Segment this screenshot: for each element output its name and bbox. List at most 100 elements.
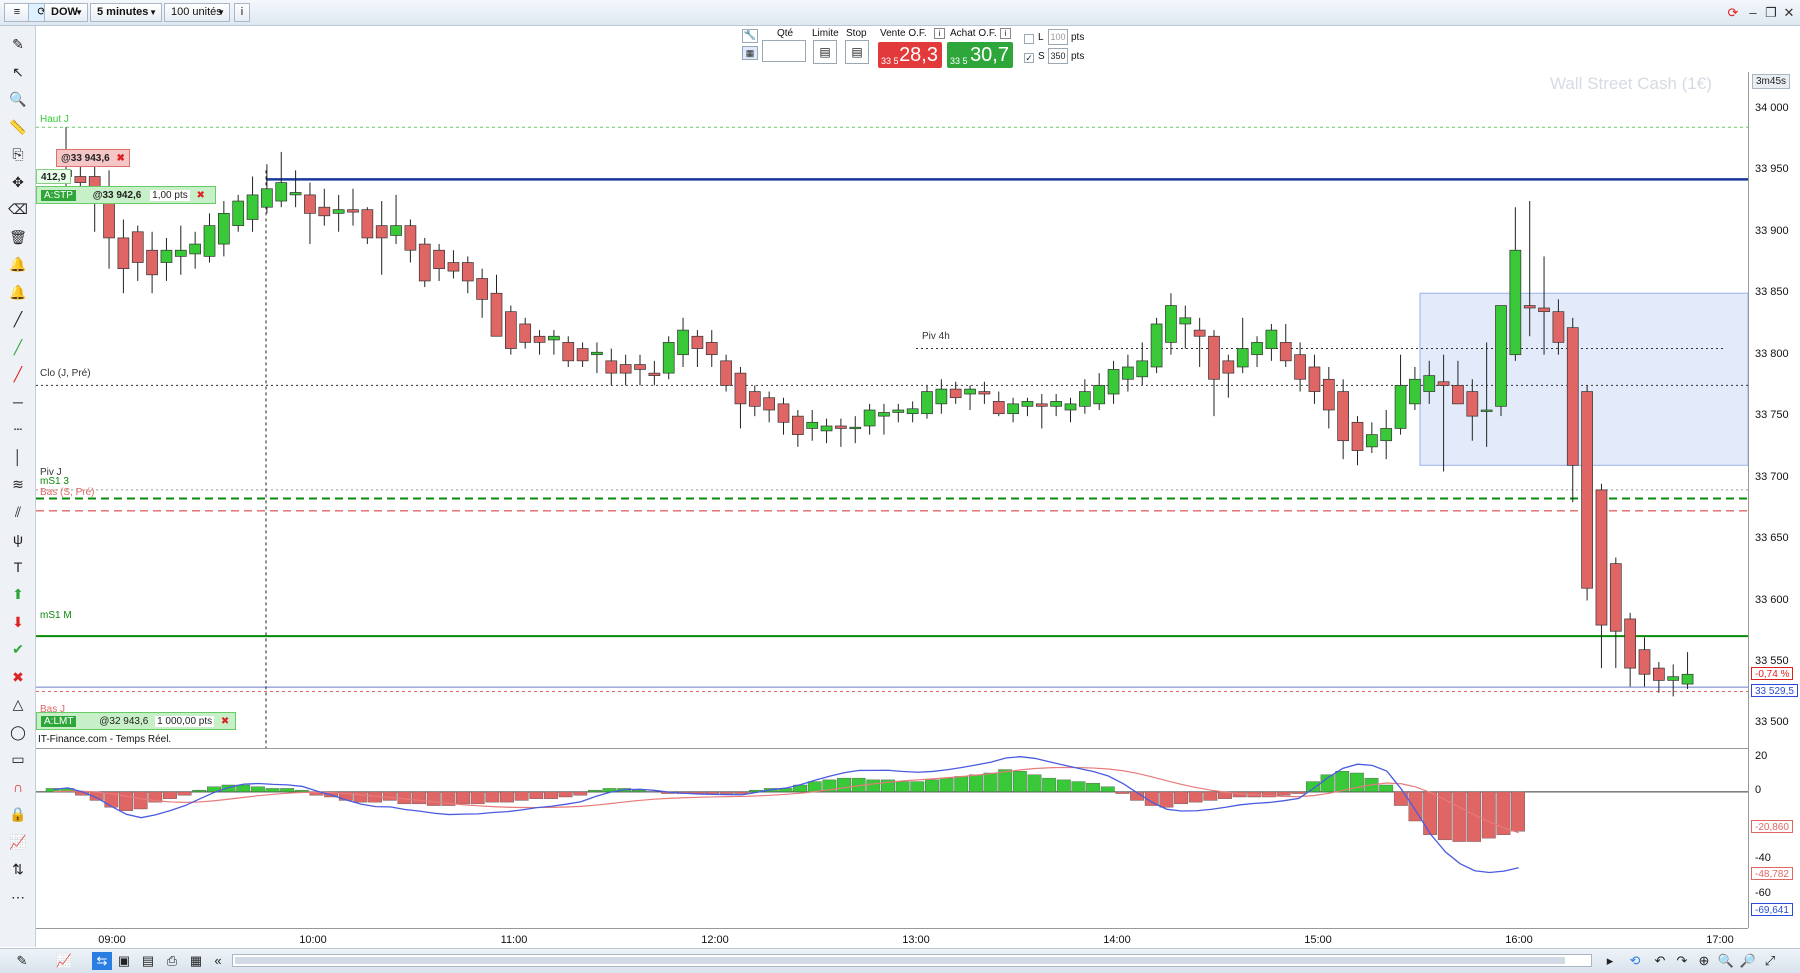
cancel-stop-icon[interactable]: ✖ bbox=[197, 190, 205, 201]
pen-icon[interactable]: ✎ bbox=[12, 952, 32, 970]
compare-icon[interactable]: ⇅ bbox=[8, 859, 28, 879]
candle-body bbox=[1294, 354, 1306, 380]
arrow-down-icon[interactable]: ⬇ bbox=[8, 612, 28, 632]
time-tick-label: 16:00 bbox=[1505, 934, 1533, 946]
fullscreen-icon[interactable]: ⤢ bbox=[1760, 952, 1780, 970]
wrench-icon[interactable]: 🔧 bbox=[742, 29, 758, 43]
camera-icon[interactable]: ▣ bbox=[114, 952, 134, 970]
minimize-icon[interactable]: – bbox=[1744, 4, 1762, 22]
candle-body bbox=[1437, 381, 1450, 386]
copy-icon[interactable]: ⎘ bbox=[8, 144, 28, 164]
price-axis[interactable]: 34 000 33 950 33 900 33 850 33 800 33 750 33 7… bbox=[1748, 72, 1800, 748]
candle-body bbox=[1523, 305, 1536, 309]
undo-icon[interactable]: ↶ bbox=[1650, 952, 1670, 970]
zoom-out-icon[interactable]: 🔍 bbox=[1716, 952, 1736, 970]
price-chart[interactable] bbox=[36, 72, 1748, 748]
reset-icon[interactable]: ⟲ bbox=[1625, 952, 1645, 970]
chart-type-icon[interactable]: 📈 bbox=[54, 952, 74, 970]
print-icon[interactable]: ⎙ bbox=[162, 952, 182, 970]
cursor-icon[interactable]: ↖ bbox=[8, 62, 28, 82]
pencil-icon[interactable]: ✎ bbox=[8, 34, 28, 54]
scroll-left-icon[interactable]: « bbox=[208, 952, 228, 970]
stop-order-tag[interactable]: A:STP @33 942,6 1,00 pts ✖ bbox=[36, 186, 216, 204]
price-chart-svg[interactable] bbox=[36, 72, 1748, 748]
time-axis[interactable]: 09:00 10:00 11:00 12:00 13:00 14:00 15:00 16:00… bbox=[36, 928, 1748, 948]
s-checkbox[interactable]: ✓ bbox=[1024, 53, 1034, 63]
arrow-up-icon[interactable]: ⬆ bbox=[8, 584, 28, 604]
menu-icon[interactable]: ≡ bbox=[4, 3, 30, 22]
info-icon[interactable]: i bbox=[234, 3, 250, 22]
check-icon[interactable]: ✔ bbox=[8, 639, 28, 659]
cancel-stop-top-icon[interactable]: ✖ bbox=[116, 153, 124, 164]
sell-button[interactable]: 33 5 28,3 bbox=[878, 42, 942, 68]
green-line-icon[interactable]: ╱ bbox=[8, 337, 28, 357]
price-tick-label: 33 500 bbox=[1755, 716, 1789, 729]
fibonacci-icon[interactable]: ≋ bbox=[8, 474, 28, 494]
buy-price: 30,7 bbox=[970, 44, 1009, 66]
buy-button[interactable]: 33 5 30,7 bbox=[947, 42, 1013, 68]
close-icon[interactable]: ✕ bbox=[1780, 4, 1798, 22]
dash-line-icon[interactable]: ┄ bbox=[8, 419, 28, 439]
detach-icon[interactable]: ⟳ bbox=[1724, 4, 1742, 22]
rectangle-icon[interactable]: ▭ bbox=[8, 749, 28, 769]
horizontal-line-icon[interactable]: ─ bbox=[8, 392, 28, 412]
l-input[interactable]: 100 bbox=[1048, 29, 1068, 45]
crosshair-icon[interactable]: ⊕ bbox=[1694, 952, 1714, 970]
red-line-icon[interactable]: ╱ bbox=[8, 364, 28, 384]
buy-info-icon[interactable]: i bbox=[1000, 28, 1011, 39]
symbol-select[interactable]: DOW ▼ bbox=[44, 3, 88, 22]
candle-body bbox=[892, 409, 905, 413]
s-input[interactable]: 350 bbox=[1048, 48, 1068, 64]
qty-input[interactable] bbox=[762, 40, 806, 62]
redo-icon[interactable]: ↷ bbox=[1672, 952, 1692, 970]
lock-icon[interactable]: 🔒 bbox=[8, 804, 28, 824]
ellipse-icon[interactable]: ◯ bbox=[8, 722, 28, 742]
vertical-line-icon[interactable]: │ bbox=[8, 447, 28, 467]
sell-info-icon[interactable]: i bbox=[934, 28, 945, 39]
stop-order-icon[interactable]: ▤ bbox=[845, 40, 869, 64]
limit-order-tag[interactable]: A:LMT @32 943,6 1 000,00 pts ✖ bbox=[36, 712, 236, 730]
stop-order-top-tag[interactable]: @33 943,6 ✖ bbox=[56, 149, 130, 167]
share-icon[interactable]: ⇆ bbox=[92, 952, 112, 970]
ruler-icon[interactable]: 📏 bbox=[8, 117, 28, 137]
magnet-icon[interactable]: ∩ bbox=[8, 777, 28, 797]
macd-pane[interactable] bbox=[36, 748, 1748, 928]
channel-icon[interactable]: ⫽ bbox=[8, 502, 28, 522]
units-select[interactable]: 100 unités ▼ bbox=[164, 3, 230, 22]
layout-icon[interactable]: ▤ bbox=[138, 952, 158, 970]
candle-body bbox=[992, 401, 1005, 415]
keypad-icon[interactable]: ▦ bbox=[742, 46, 758, 60]
macd-histogram-bar bbox=[1042, 777, 1057, 793]
macd-svg[interactable] bbox=[36, 749, 1748, 929]
cancel-limit-icon[interactable]: ✖ bbox=[221, 716, 229, 727]
pitchfork-icon[interactable]: ψ bbox=[8, 529, 28, 549]
candle-body bbox=[289, 192, 302, 196]
chart-indicator-icon[interactable]: 📈 bbox=[8, 832, 28, 852]
candle-body bbox=[318, 206, 331, 217]
trash-icon[interactable]: 🗑 bbox=[8, 227, 28, 247]
scrollbar-thumb[interactable] bbox=[235, 957, 1565, 964]
zoom-in-icon[interactable]: 🔎 bbox=[1738, 952, 1758, 970]
text-icon[interactable]: T bbox=[8, 557, 28, 577]
limit-order-icon[interactable]: ▤ bbox=[813, 40, 837, 64]
time-scrollbar[interactable] bbox=[232, 954, 1592, 967]
eraser-icon[interactable]: ⌫ bbox=[8, 199, 28, 219]
trendline-icon[interactable]: ╱ bbox=[8, 309, 28, 329]
timeframe-select[interactable]: 5 minutes ▼ bbox=[90, 3, 162, 22]
cross-icon[interactable]: ✖ bbox=[8, 667, 28, 687]
l-checkbox[interactable] bbox=[1024, 34, 1034, 44]
triangle-icon[interactable]: △ bbox=[8, 694, 28, 714]
alert-icon[interactable]: 🔔 bbox=[8, 254, 28, 274]
more-icon[interactable]: ⋯ bbox=[8, 887, 28, 907]
macd-histogram-bar bbox=[631, 789, 646, 793]
folder-icon[interactable]: ▦ bbox=[186, 952, 206, 970]
candle-body bbox=[634, 364, 646, 370]
restore-icon[interactable]: ❐ bbox=[1762, 4, 1780, 22]
move-icon[interactable]: ✥ bbox=[8, 172, 28, 192]
candle-body bbox=[404, 225, 417, 251]
macd-axis[interactable]: 20 0 -40 -60 -20,860 -48,782 -69,641 bbox=[1748, 748, 1800, 928]
macd-histogram-bar bbox=[544, 791, 558, 799]
bell-icon[interactable]: 🔔 bbox=[8, 282, 28, 302]
zoom-icon[interactable]: 🔍 bbox=[8, 89, 28, 109]
scroll-right-icon[interactable]: ▸ bbox=[1600, 952, 1620, 970]
